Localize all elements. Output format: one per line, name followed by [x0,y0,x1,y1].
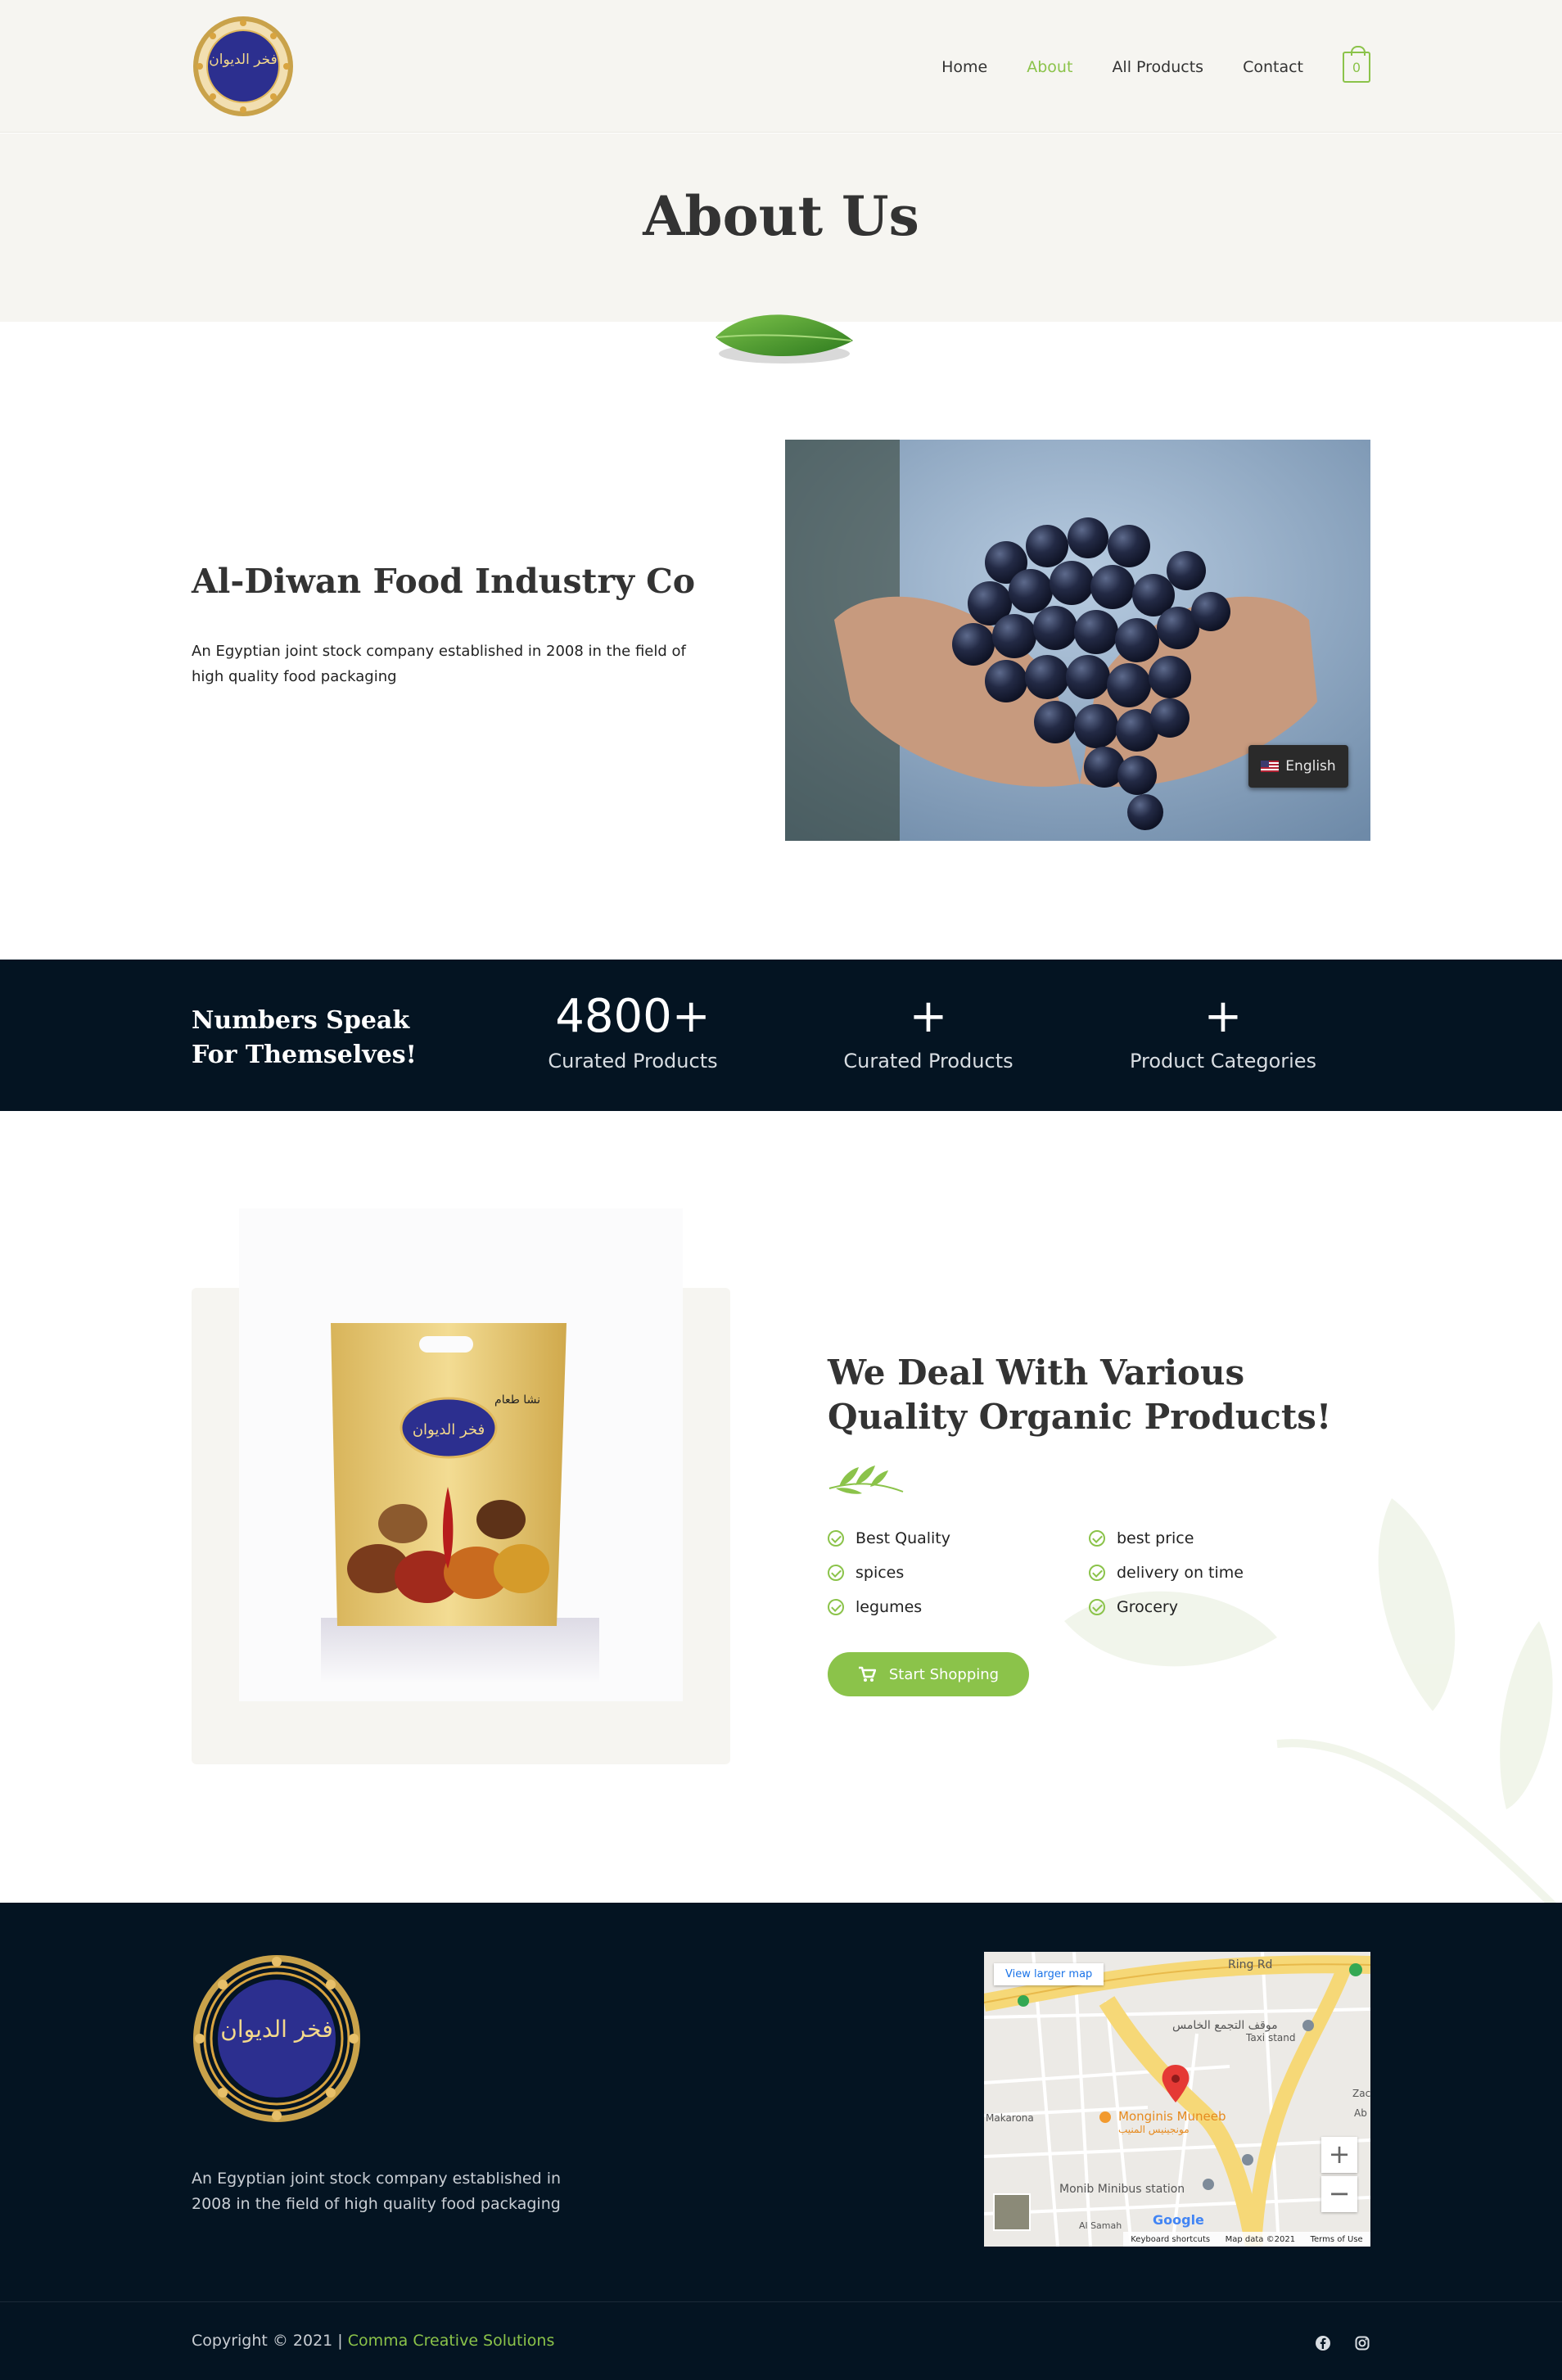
us-flag-icon [1261,761,1280,772]
language-label: English [1285,758,1336,775]
feature-list-right: best price delivery on time Grocery [1089,1521,1244,1624]
stat-value: + [909,990,948,1043]
stat-label: Curated Products [843,1050,1013,1073]
check-icon [1089,1565,1105,1581]
check-icon [828,1599,844,1615]
feature-label: legumes [855,1598,923,1616]
feature-list-left: Best Quality spices legumes [828,1521,950,1624]
products-title: We Deal With Various Quality Organic Pro… [828,1353,1332,1437]
feature-label: Grocery [1117,1598,1178,1616]
start-shopping-label: Start Shopping [888,1665,1000,1683]
page-title: About Us [643,184,919,248]
svg-text:فخر الديوان: فخر الديوان [209,52,277,68]
copyright-link[interactable]: Comma Creative Solutions [348,2332,555,2350]
site-header: فخر الديوان Home About All Products Cont… [0,0,1562,133]
cart-button[interactable]: 0 [1343,46,1370,83]
feature-item: Best Quality [828,1521,950,1556]
nav-all-products[interactable]: All Products [1112,58,1203,76]
map-label-monginis-ar: مونجينيس المنيب [1118,2124,1190,2135]
footer-divider [0,2301,1562,2302]
stats-title: Numbers Speak For Themselves! [192,1006,417,1069]
stat-item: + Curated Products [806,991,1051,1073]
map-label-makarona: Makarona [986,2112,1034,2124]
facebook-icon[interactable] [1315,2335,1331,2351]
feature-label: delivery on time [1117,1564,1244,1582]
stats-section: Numbers Speak For Themselves! 4800+ Cura… [0,960,1562,1111]
check-icon [1089,1599,1105,1615]
map-terms-link[interactable]: Terms of Use [1311,2235,1363,2244]
feature-label: best price [1117,1529,1194,1547]
stat-item: + Product Categories [1100,991,1346,1073]
leaf-icon [716,314,853,364]
stat-label: Product Categories [1129,1050,1317,1073]
stat-value: 4800+ [555,990,711,1043]
map-label-ring-rd: Ring Rd [1228,1958,1273,1971]
feature-item: spices [828,1556,950,1590]
start-shopping-button[interactable]: Start Shopping [828,1652,1029,1696]
feature-item: legumes [828,1590,950,1624]
map-embed[interactable]: View larger map Ring Rd موقف التجمع الخا… [984,1952,1370,2247]
nav-contact[interactable]: Contact [1243,58,1303,76]
map-zoom-out-button[interactable]: − [1321,2176,1357,2212]
page-title-band: About Us [0,133,1562,322]
language-switcher[interactable]: English [1248,745,1348,788]
svg-text:فخر الديوان: فخر الديوان [413,1421,485,1438]
sprig-icon [828,1465,904,1494]
footer-logo[interactable]: فخر الديوان [192,1953,362,2124]
map-label-mawqif: موقف التجمع الخامس [1172,2019,1278,2032]
main-nav: Home About All Products Contact 0 [902,46,1370,85]
nav-about[interactable]: About [1027,58,1072,76]
company-title: Al-Diwan Food Industry Co [192,562,696,601]
check-icon [828,1530,844,1547]
map-label-minibus: Monib Minibus station [1059,2183,1185,2196]
map-keyboard-shortcuts[interactable]: Keyboard shortcuts [1131,2235,1210,2244]
check-icon [1089,1530,1105,1547]
nav-home[interactable]: Home [941,58,987,76]
footer-description: An Egyptian joint stock company establis… [192,2170,562,2213]
feature-label: spices [855,1564,905,1582]
copyright-text: Copyright © 2021 | [192,2332,348,2350]
stat-label: Curated Products [548,1050,718,1073]
map-label-taxi: Taxi stand [1246,2032,1296,2044]
instagram-icon[interactable] [1354,2335,1370,2351]
feature-item: Grocery [1089,1590,1244,1624]
stat-value: + [1203,990,1243,1043]
map-data-credit: Map data ©2021 [1225,2234,1296,2244]
map-label-zac: Zac [1352,2088,1370,2099]
map-footer: Keyboard shortcuts Map data ©2021 Terms … [1123,2232,1370,2247]
feature-item: delivery on time [1089,1556,1244,1590]
site-logo[interactable]: فخر الديوان [192,15,295,118]
feature-item: best price [1089,1521,1244,1556]
feature-label: Best Quality [855,1529,951,1547]
map-label-ab: Ab [1354,2107,1367,2119]
check-icon [828,1565,844,1581]
svg-text:نشا طعام: نشا طعام [494,1393,540,1407]
cart-icon [858,1666,876,1682]
google-logo: Google [1153,2212,1204,2228]
map-zoom-in-button[interactable]: + [1321,2137,1357,2173]
map-label-al-samah: Al Samah [1079,2220,1122,2231]
svg-text:فخر الديوان: فخر الديوان [220,2016,332,2043]
view-larger-map-link[interactable]: View larger map [994,1963,1104,1985]
company-description: An Egyptian joint stock company establis… [192,643,686,685]
map-label-monginis: Monginis Muneeb [1118,2109,1226,2124]
cart-count: 0 [1352,59,1361,75]
stat-item: 4800+ Curated Products [510,991,756,1073]
copyright: Copyright © 2021 | Comma Creative Soluti… [192,2332,554,2350]
product-bag-image: فخر الديوان نشا طعام [239,1208,683,1701]
